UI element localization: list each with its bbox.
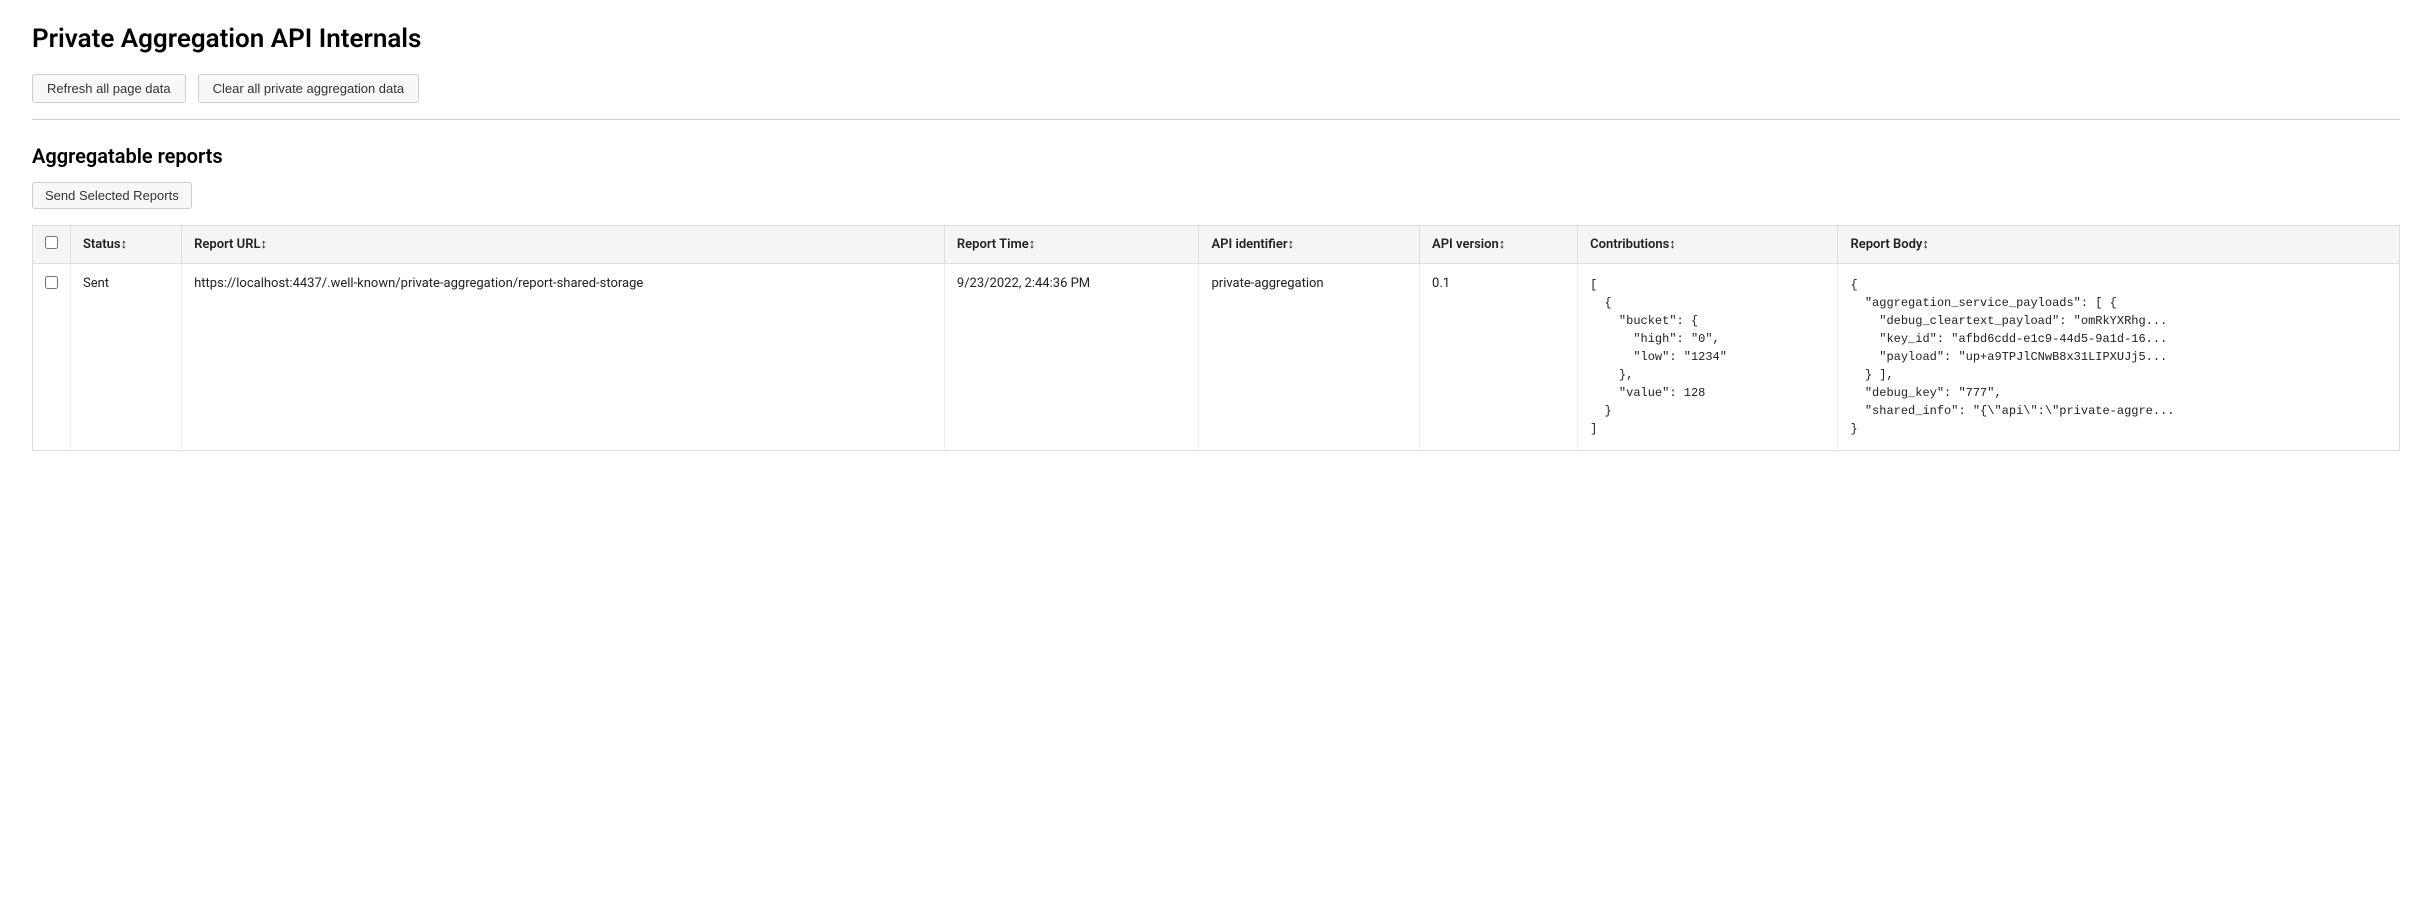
row-report-body: { "aggregation_service_payloads": [ { "d…: [1838, 264, 2400, 451]
row-checkbox[interactable]: [45, 276, 58, 289]
header-report-body: Report Body↕: [1838, 226, 2400, 264]
header-checkbox-cell: [33, 226, 71, 264]
row-api-identifier: private-aggregation: [1199, 264, 1420, 451]
row-report-url: https://localhost:4437/.well-known/priva…: [182, 264, 945, 451]
report-body-json: { "aggregation_service_payloads": [ { "d…: [1850, 276, 2387, 438]
header-api-identifier: API identifier↕: [1199, 226, 1420, 264]
header-report-time: Report Time↕: [944, 226, 1199, 264]
aggregatable-reports-title: Aggregatable reports: [32, 144, 2400, 168]
select-all-checkbox[interactable]: [45, 236, 58, 249]
contributions-json: [ { "bucket": { "high": "0", "low": "123…: [1590, 276, 1825, 438]
header-contributions: Contributions↕: [1578, 226, 1838, 264]
table-row: Senthttps://localhost:4437/.well-known/p…: [33, 264, 2400, 451]
table-header-row: Status↕ Report URL↕ Report Time↕ API ide…: [33, 226, 2400, 264]
header-report-url: Report URL↕: [182, 226, 945, 264]
page-title: Private Aggregation API Internals: [32, 24, 2400, 54]
row-report-time: 9/23/2022, 2:44:36 PM: [944, 264, 1199, 451]
row-contributions: [ { "bucket": { "high": "0", "low": "123…: [1578, 264, 1838, 451]
row-status: Sent: [71, 264, 182, 451]
send-selected-reports-button[interactable]: Send Selected Reports: [32, 182, 192, 209]
row-api-version: 0.1: [1420, 264, 1578, 451]
section-divider: [32, 119, 2400, 120]
top-buttons-container: Refresh all page data Clear all private …: [32, 74, 2400, 103]
header-api-version: API version↕: [1420, 226, 1578, 264]
row-checkbox-cell: [33, 264, 71, 451]
reports-table: Status↕ Report URL↕ Report Time↕ API ide…: [32, 225, 2400, 451]
header-status: Status↕: [71, 226, 182, 264]
table-body: Senthttps://localhost:4437/.well-known/p…: [33, 264, 2400, 451]
refresh-button[interactable]: Refresh all page data: [32, 74, 186, 103]
clear-button[interactable]: Clear all private aggregation data: [198, 74, 420, 103]
